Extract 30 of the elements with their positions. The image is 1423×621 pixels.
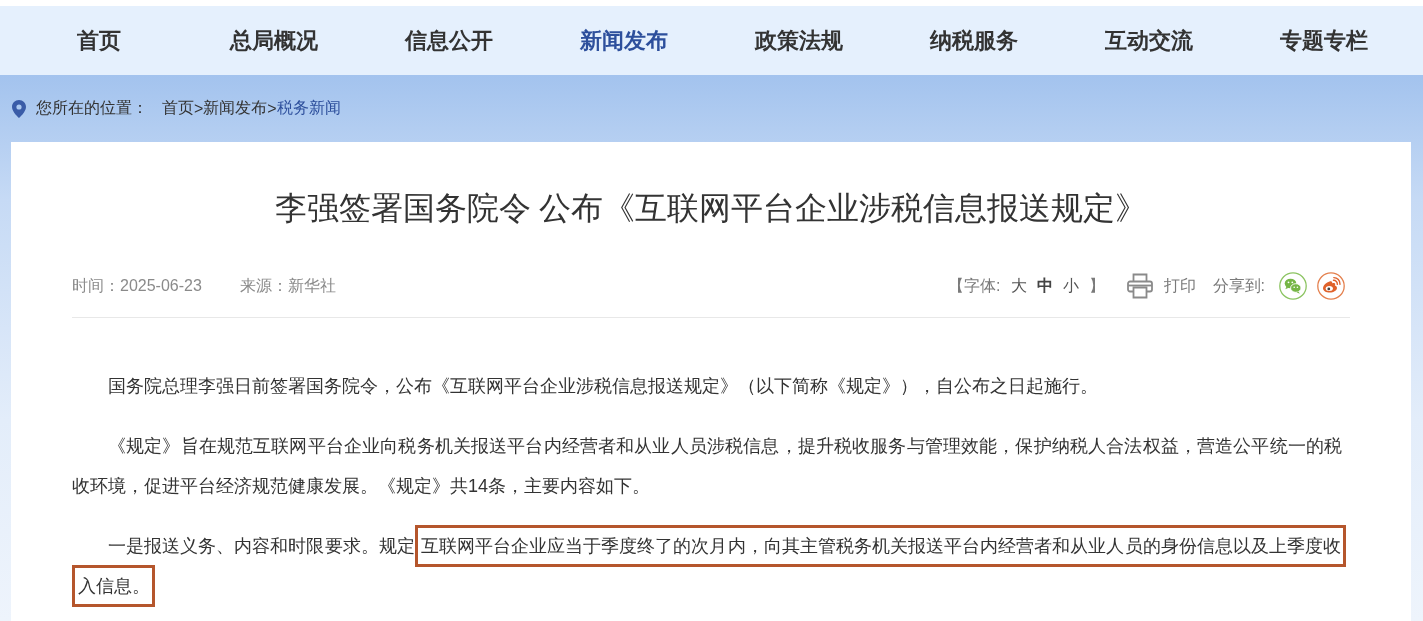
nav-link[interactable]: 政策法规 [754,25,843,56]
article-paragraph: 《规定》旨在规范互联网平台企业向税务机关报送平台内经营者和从业人员涉税信息，提升税收服务与管理效能，保护纳税人合法权益，营造公平统一的税收环境，促进平台经济规范健康发展。《规定》共14条，主要内容如下。 [71,435,1343,498]
nav-link[interactable]: 纳税服务 [929,25,1018,56]
breadcrumb-link[interactable]: 新闻发布 [203,98,268,119]
chat-bubbles-icon[interactable] [1279,272,1307,300]
news-source: 来源：新华社 [239,275,336,296]
font-size-option[interactable]: 中 [1036,275,1053,297]
location-label: 您所在的位置： [36,98,148,118]
printer-icon [1126,273,1153,299]
breadcrumb-separator: > [267,99,277,118]
article-title: 李强签署国务院令 公布《互联网平台企业涉税信息报送规定》 [273,189,1149,228]
nav-link[interactable]: 总局概况 [229,25,318,56]
swirl-icon[interactable] [1317,272,1345,300]
publish-time: 时间：2025-06-23 [72,275,202,296]
breadcrumb-link[interactable]: 首页 [162,98,194,119]
font-size-option[interactable]: 小 [1062,275,1079,297]
nav-link[interactable]: 专题专栏 [1279,25,1368,56]
nav-link[interactable]: 互动交流 [1104,25,1193,56]
location-pin-icon [12,99,26,118]
nav-link[interactable]: 新闻发布 [579,25,668,56]
article-paragraph: 国务院总理李强日前签署国务院令，公布《互联网平台企业涉税信息报送规定》（以下简称《规定》），自公布之日起施行。 [107,375,1099,398]
breadcrumb-separator: > [194,99,204,118]
breadcrumb-link[interactable]: 税务新闻 [276,98,341,119]
nav-link[interactable]: 信息公开 [404,25,493,56]
font-size-bracket: 】 [1088,275,1105,296]
share-label: 分享到: [1212,275,1265,296]
nav-link[interactable]: 首页 [76,25,121,56]
print-button[interactable]: 打印 [1126,273,1196,299]
font-size-option[interactable]: 大 [1010,275,1027,297]
font-size-label: 【字体: [948,275,1001,296]
